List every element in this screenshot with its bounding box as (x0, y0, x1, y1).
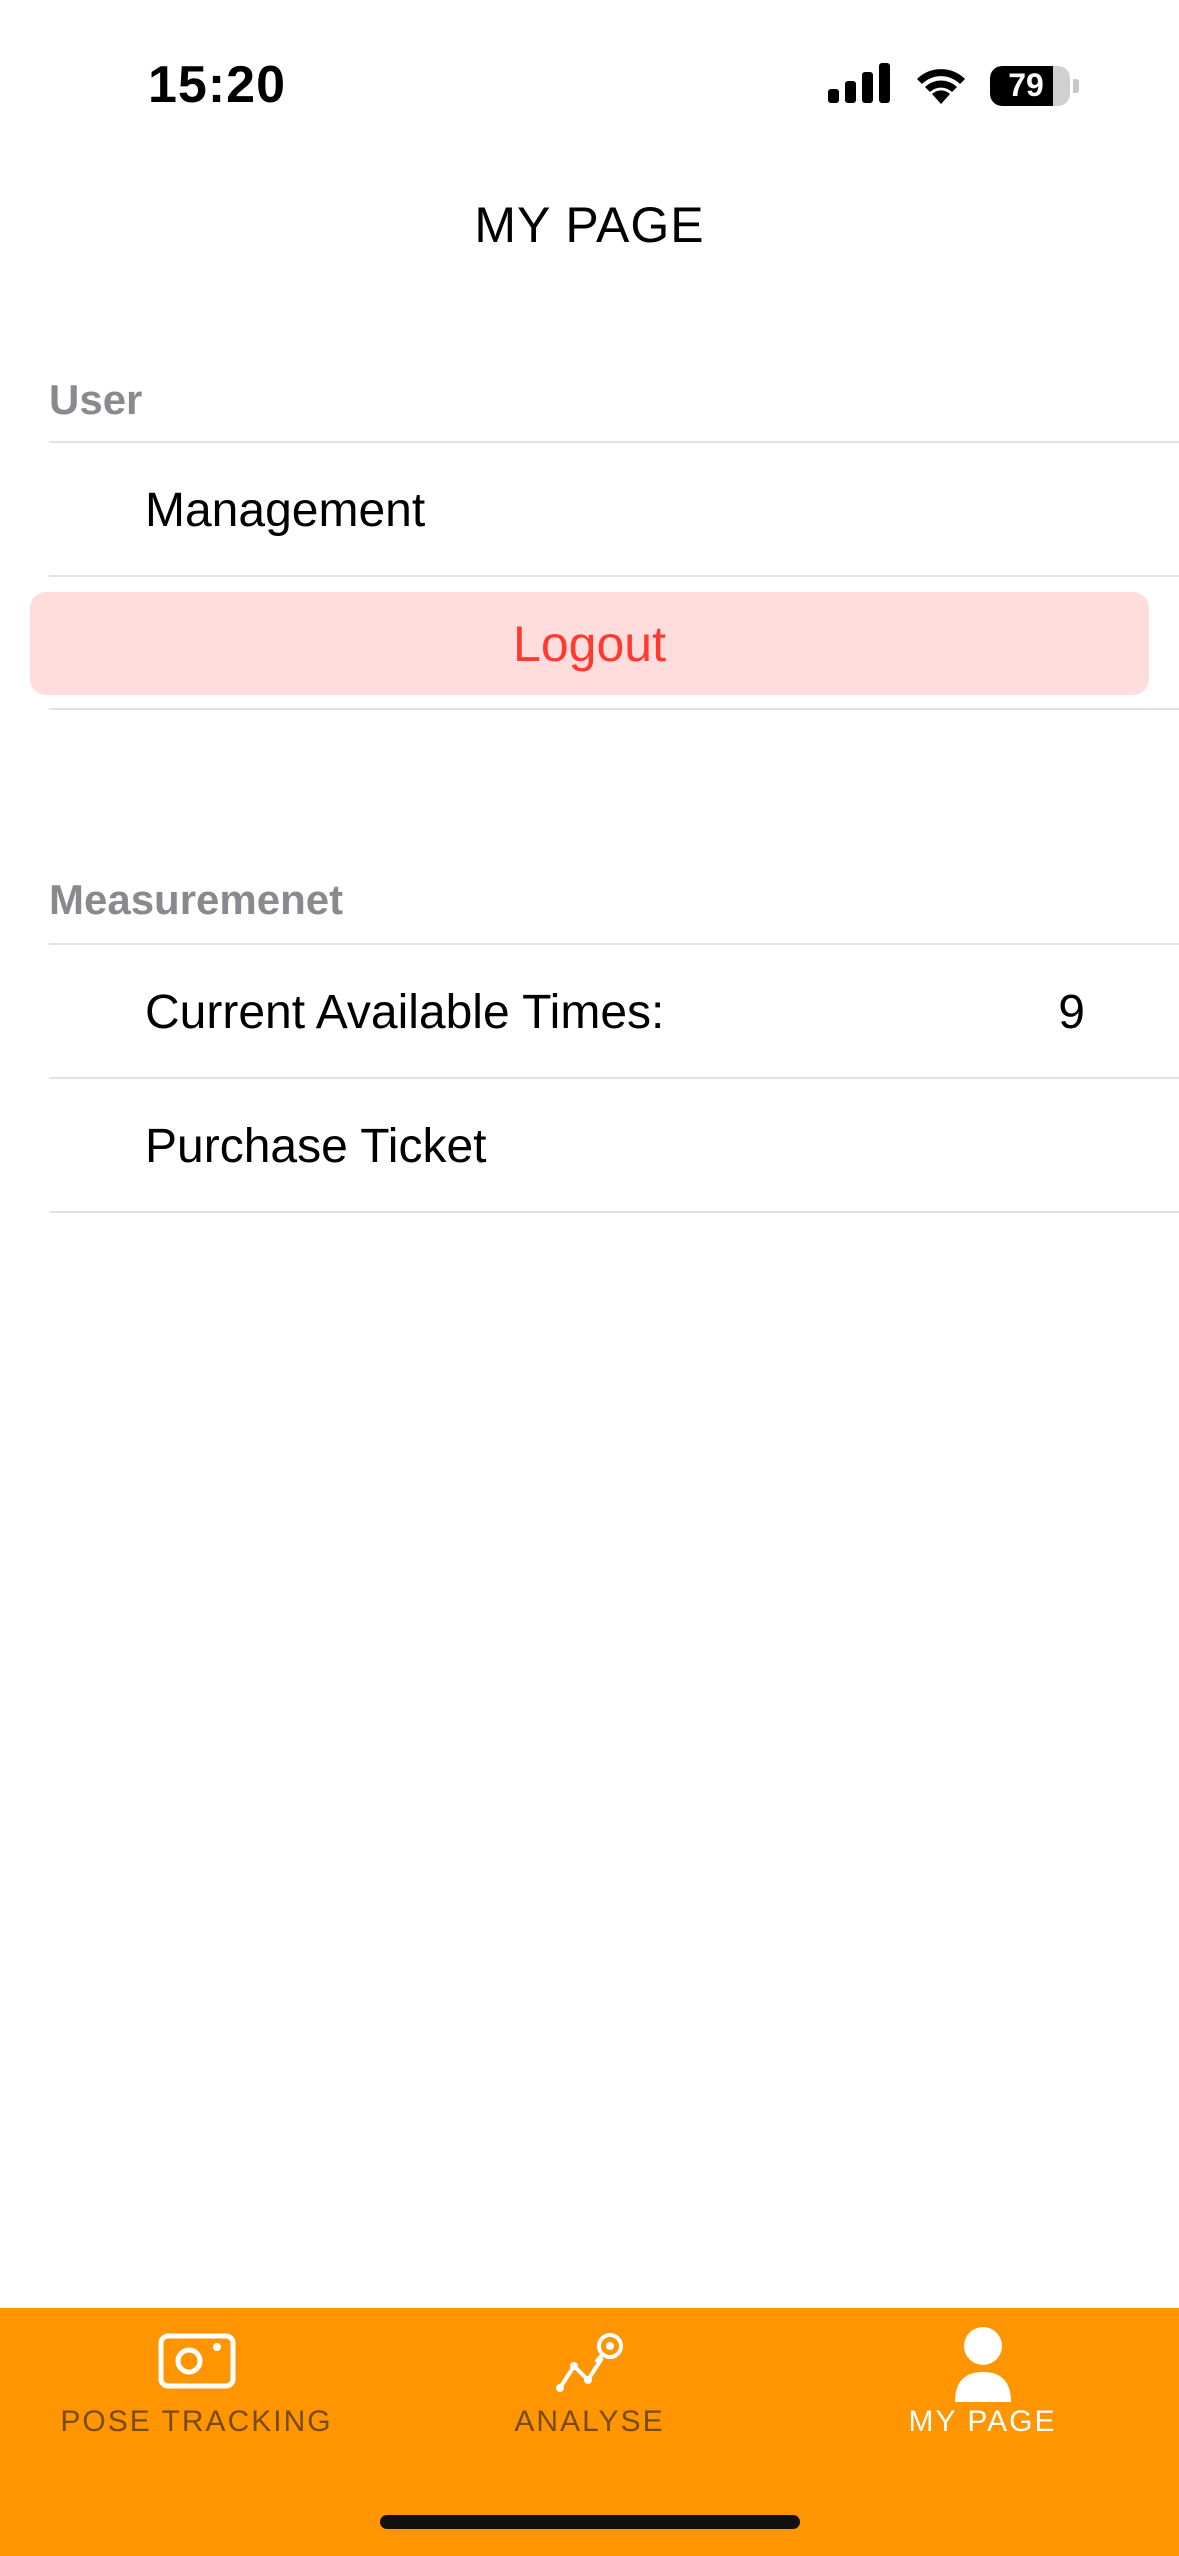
battery-icon: 79 (990, 65, 1079, 106)
available-times-row: Current Available Times: 9 (0, 945, 1179, 1077)
status-time: 15:20 (148, 56, 286, 114)
divider (49, 708, 1179, 710)
available-times-value: 9 (1058, 986, 1085, 1039)
divider (49, 1211, 1179, 1213)
section-header-user: User (49, 376, 143, 423)
my-page-screen: 15:20 79 MY PAGE User Management Logout … (0, 0, 1179, 2556)
battery-level: 79 (1008, 67, 1044, 103)
management-row[interactable]: Management (0, 443, 1179, 575)
purchase-ticket-row[interactable]: Purchase Ticket (0, 1079, 1179, 1211)
section-header-measurement: Measuremenet (49, 876, 344, 923)
wifi-icon (912, 62, 970, 109)
tab-label: ANALYSE (514, 2405, 665, 2438)
home-indicator (380, 2515, 800, 2529)
tab-label: MY PAGE (908, 2405, 1057, 2438)
camera-icon (157, 2330, 237, 2395)
status-icons: 79 (828, 62, 1079, 109)
tab-pose-tracking[interactable]: POSE TRACKING (0, 2308, 393, 2468)
battery-cap (1073, 78, 1079, 93)
page-title: MY PAGE (474, 197, 705, 253)
cellular-signal-icon (828, 63, 892, 108)
management-label: Management (145, 484, 426, 537)
battery-body: 79 (990, 65, 1070, 106)
tab-label: POSE TRACKING (60, 2405, 333, 2438)
status-bar: 15:20 79 (0, 0, 1179, 175)
tab-analyse[interactable]: ANALYSE (393, 2308, 786, 2468)
chart-search-icon (550, 2330, 630, 2401)
purchase-ticket-label: Purchase Ticket (145, 1120, 487, 1173)
person-icon (951, 2326, 1015, 2407)
tab-my-page[interactable]: MY PAGE (786, 2308, 1179, 2468)
tab-bar: POSE TRACKING ANALYSE MY PAGE (0, 2308, 1179, 2556)
available-times-label: Current Available Times: (145, 986, 665, 1039)
divider (49, 575, 1179, 577)
logout-button[interactable]: Logout (30, 592, 1149, 695)
